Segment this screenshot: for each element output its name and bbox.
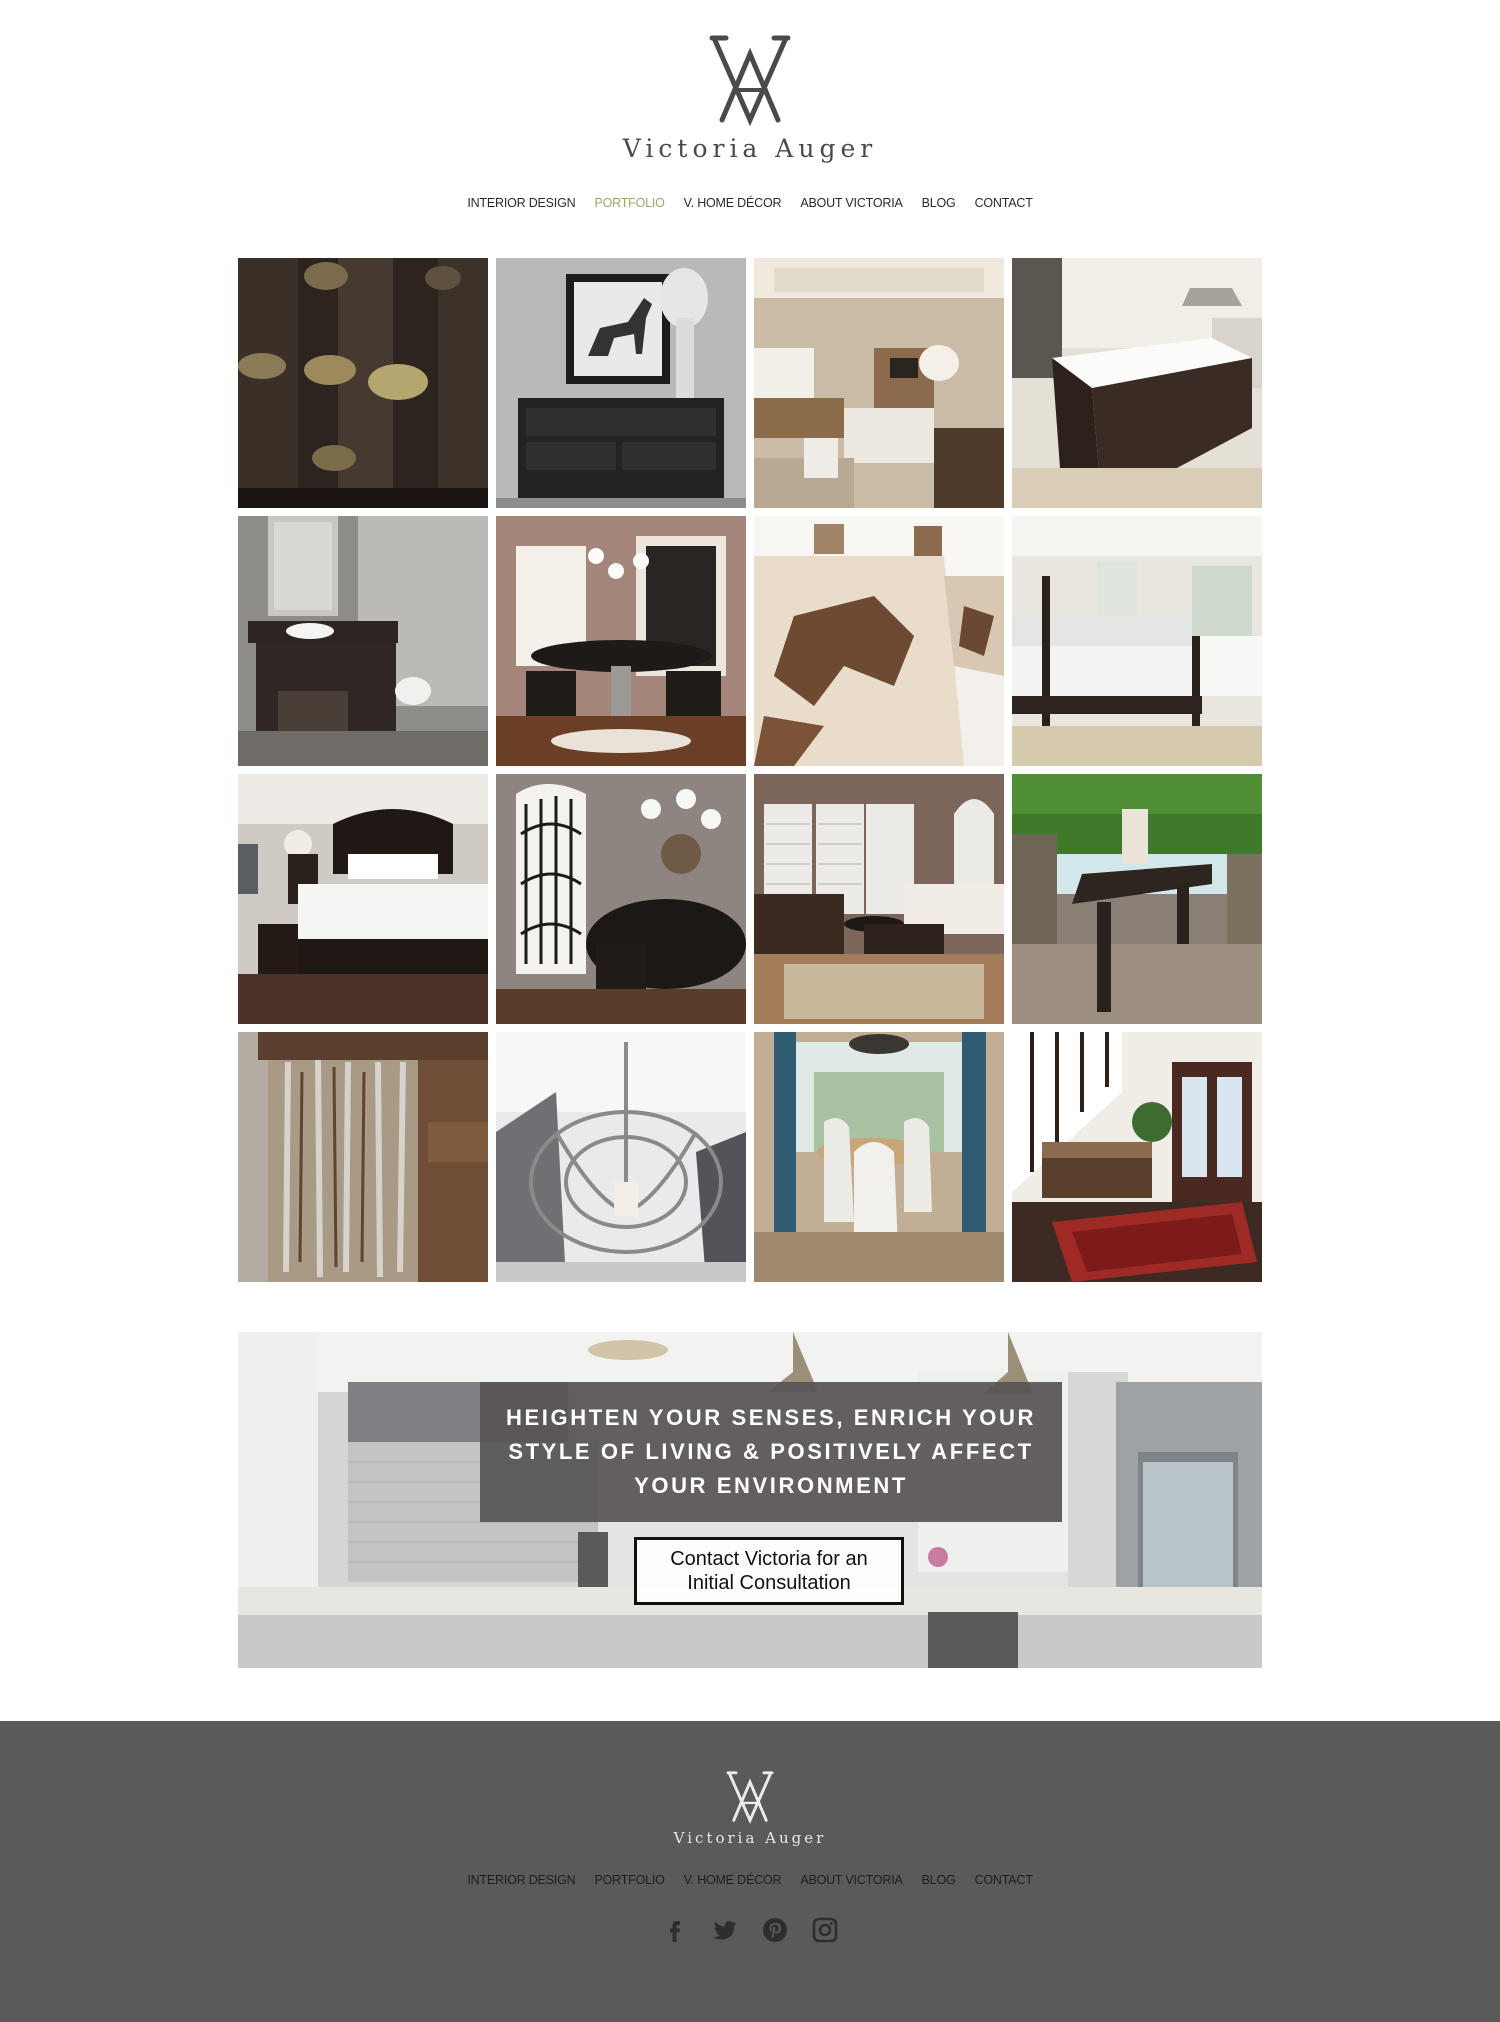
va-monogram-icon[interactable]	[724, 1767, 776, 1825]
family-room-shutters-photo[interactable]	[754, 774, 1004, 1024]
main-nav: INTERIOR DESIGN PORTFOLIO V. HOME DÉCOR …	[0, 196, 1500, 210]
white-dining-chairs-photo[interactable]	[754, 1032, 1004, 1282]
social-links	[0, 1915, 1500, 1945]
footer-nav-home-decor[interactable]: V. HOME DÉCOR	[684, 1873, 782, 1887]
footer-nav-contact[interactable]: CONTACT	[975, 1873, 1033, 1887]
bathroom-vanity-photo[interactable]	[238, 516, 488, 766]
footer-nav: INTERIOR DESIGN PORTFOLIO V. HOME DÉCOR …	[0, 1873, 1500, 1887]
chandelier-detail-photo[interactable]	[496, 1032, 746, 1282]
dining-iron-doors-photo[interactable]	[496, 774, 746, 1024]
site-footer: Victoria Auger INTERIOR DESIGN PORTFOLIO…	[0, 1721, 1500, 2022]
banner-headline: HEIGHTEN YOUR SENSES, ENRICH YOUR STYLE …	[506, 1405, 1036, 1498]
facebook-icon[interactable]	[660, 1915, 690, 1945]
footer-nav-about-victoria[interactable]: ABOUT VICTORIA	[800, 1873, 903, 1887]
master-bedroom-photo[interactable]	[238, 774, 488, 1024]
consultation-banner: HEIGHTEN YOUR SENSES, ENRICH YOUR STYLE …	[238, 1332, 1262, 1668]
nav-blog[interactable]: BLOG	[922, 196, 956, 210]
cowhide-chairs-photo[interactable]	[754, 516, 1004, 766]
nav-contact[interactable]: CONTACT	[975, 196, 1033, 210]
outdoor-table-photo[interactable]	[1012, 774, 1262, 1024]
footer-nav-portfolio[interactable]: PORTFOLIO	[594, 1873, 664, 1887]
nav-about-victoria[interactable]: ABOUT VICTORIA	[800, 196, 903, 210]
va-monogram-icon[interactable]	[706, 28, 794, 128]
nav-portfolio[interactable]: PORTFOLIO	[594, 196, 664, 210]
dining-room-chandelier-photo[interactable]	[496, 516, 746, 766]
banner-headline-box: HEIGHTEN YOUR SENSES, ENRICH YOUR STYLE …	[480, 1382, 1062, 1522]
distressed-cabinet-photo[interactable]	[238, 1032, 488, 1282]
horse-art-console-photo[interactable]	[496, 258, 746, 508]
entry-bench-rug-photo[interactable]	[1012, 1032, 1262, 1282]
twitter-icon[interactable]	[710, 1915, 740, 1945]
footer-brand-name[interactable]: Victoria Auger	[0, 1829, 1500, 1847]
portfolio-gallery	[238, 258, 1262, 1282]
wine-rack-photo[interactable]	[238, 258, 488, 508]
footer-nav-blog[interactable]: BLOG	[922, 1873, 956, 1887]
pinterest-icon[interactable]	[760, 1915, 790, 1945]
footer-nav-interior-design[interactable]: INTERIOR DESIGN	[467, 1873, 575, 1887]
living-room-photo[interactable]	[754, 258, 1004, 508]
nav-home-decor[interactable]: V. HOME DÉCOR	[684, 196, 782, 210]
kitchen-island-photo[interactable]	[1012, 258, 1262, 508]
site-header: Victoria Auger INTERIOR DESIGN PORTFOLIO…	[0, 0, 1500, 250]
instagram-icon[interactable]	[810, 1915, 840, 1945]
brand-name[interactable]: Victoria Auger	[0, 134, 1500, 163]
four-poster-bedroom-photo[interactable]	[1012, 516, 1262, 766]
contact-consultation-button[interactable]: Contact Victoria for an Initial Consulta…	[634, 1537, 904, 1605]
nav-interior-design[interactable]: INTERIOR DESIGN	[467, 196, 575, 210]
